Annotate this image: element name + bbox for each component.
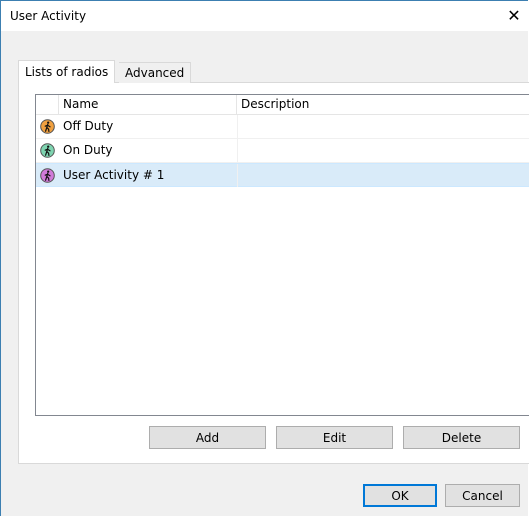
ok-button[interactable]: OK	[363, 484, 437, 507]
close-icon: ✕	[507, 6, 521, 25]
row-name: User Activity # 1	[63, 168, 165, 182]
icon-column-header[interactable]	[36, 95, 59, 114]
window-title: User Activity	[10, 9, 87, 23]
row-description	[237, 115, 529, 138]
list-row-user-activity-1[interactable]: User Activity # 1	[36, 163, 529, 187]
row-name: On Duty	[63, 143, 113, 157]
title-bar: User Activity ✕	[1, 1, 529, 31]
row-description	[237, 139, 529, 162]
column-header-name[interactable]: Name	[59, 95, 237, 114]
tab-advanced[interactable]: Advanced	[119, 62, 192, 83]
tab-lists-of-radios[interactable]: Lists of radios	[18, 60, 116, 83]
user-activity-icon	[40, 168, 55, 183]
user-activity-list[interactable]: Name Description Off Duty On Duty User A…	[35, 94, 529, 416]
column-header-label: Name	[63, 97, 99, 111]
list-row-on-duty[interactable]: On Duty	[36, 139, 529, 163]
column-header-description[interactable]: Description	[237, 95, 529, 114]
tab-label: Advanced	[125, 66, 185, 80]
edit-button[interactable]: Edit	[276, 426, 393, 449]
tab-label: Lists of radios	[25, 65, 109, 79]
list-header: Name Description	[36, 95, 529, 115]
row-name: Off Duty	[63, 119, 114, 133]
user-activity-icon	[40, 119, 55, 134]
add-button[interactable]: Add	[149, 426, 266, 449]
cancel-button[interactable]: Cancel	[445, 484, 520, 507]
list-row-off-duty[interactable]: Off Duty	[36, 115, 529, 139]
delete-button[interactable]: Delete	[403, 426, 520, 449]
user-activity-dialog: User Activity ✕ Lists of radios Advanced…	[0, 0, 529, 516]
column-header-label: Description	[241, 97, 310, 111]
row-description	[237, 164, 529, 187]
user-activity-icon	[40, 143, 55, 158]
close-button[interactable]: ✕	[499, 1, 529, 31]
